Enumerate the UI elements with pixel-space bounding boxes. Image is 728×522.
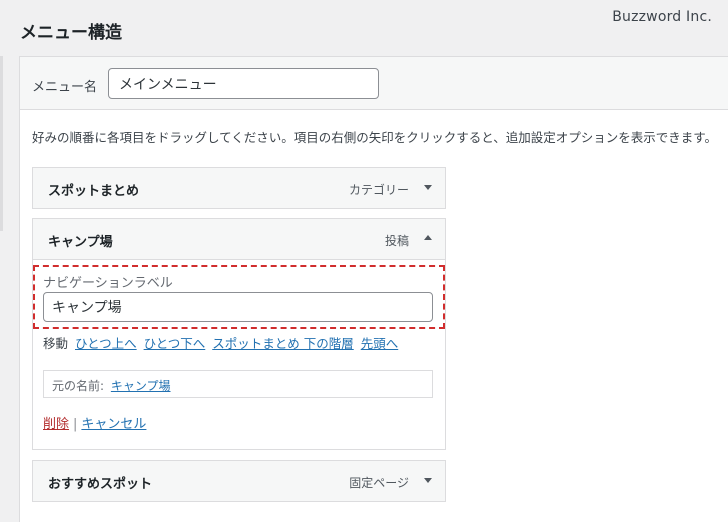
left-edge-divider: [0, 56, 3, 231]
move-top-link[interactable]: 先頭へ: [361, 336, 399, 351]
chevron-up-icon[interactable]: [423, 233, 433, 243]
original-name-label: 元の名前:: [52, 379, 105, 393]
menu-name-input[interactable]: [108, 68, 379, 99]
menu-item-type: カテゴリー: [348, 183, 409, 197]
chevron-down-icon[interactable]: [423, 182, 433, 192]
menu-item-title: キャンプ場: [48, 235, 113, 250]
move-label: 移動: [43, 336, 69, 351]
move-up-link[interactable]: ひとつ上へ: [75, 336, 137, 351]
move-down-link[interactable]: ひとつ下へ: [144, 336, 206, 351]
navigation-label-input[interactable]: [43, 292, 433, 322]
menu-item-handle[interactable]: おすすめスポット 固定ページ: [33, 461, 445, 501]
navigation-label-caption: ナビゲーションラベル: [43, 276, 173, 291]
menu-item-expanded[interactable]: キャンプ場 投稿 ナビゲーションラベル 移動 ひとつ上へ ひとつ下へ スポットま…: [32, 218, 446, 450]
page-title: メニュー構造: [20, 23, 122, 43]
original-name-box: 元の名前: キャンプ場: [43, 370, 433, 398]
instructions-text: 好みの順番に各項目をドラッグしてください。項目の右側の矢印をクリックすると、追加…: [32, 130, 718, 145]
menu-item-type: 投稿: [384, 234, 409, 248]
menu-name-label: メニュー名: [32, 80, 98, 95]
watermark: Buzzword Inc.: [612, 9, 712, 25]
actions-separator: |: [73, 417, 78, 432]
menu-structure-panel: メニュー名 好みの順番に各項目をドラッグしてください。項目の右側の矢印をクリック…: [19, 56, 728, 522]
menu-name-row: メニュー名: [20, 57, 728, 110]
menu-item[interactable]: スポットまとめ カテゴリー: [32, 167, 446, 209]
menu-item-type: 固定ページ: [349, 476, 409, 490]
item-actions: 削除 | キャンセル: [43, 413, 146, 432]
delete-link[interactable]: 削除: [43, 417, 69, 432]
move-row: 移動 ひとつ上へ ひとつ下へ スポットまとめ 下の階層 先頭へ: [43, 333, 398, 352]
chevron-down-icon[interactable]: [423, 475, 433, 485]
menu-item-handle[interactable]: キャンプ場 投稿: [33, 219, 445, 259]
menu-item-title: おすすめスポット: [48, 477, 153, 492]
menu-item-title: スポットまとめ: [48, 184, 140, 199]
menu-item[interactable]: おすすめスポット 固定ページ: [32, 460, 446, 502]
cancel-link[interactable]: キャンセル: [81, 417, 146, 432]
menu-item-handle[interactable]: スポットまとめ カテゴリー: [33, 168, 445, 208]
menu-item-settings: ナビゲーションラベル 移動 ひとつ上へ ひとつ下へ スポットまとめ 下の階層 先…: [33, 259, 445, 449]
move-under-link[interactable]: スポットまとめ 下の階層: [212, 336, 353, 351]
original-name-link[interactable]: キャンプ場: [111, 379, 171, 393]
